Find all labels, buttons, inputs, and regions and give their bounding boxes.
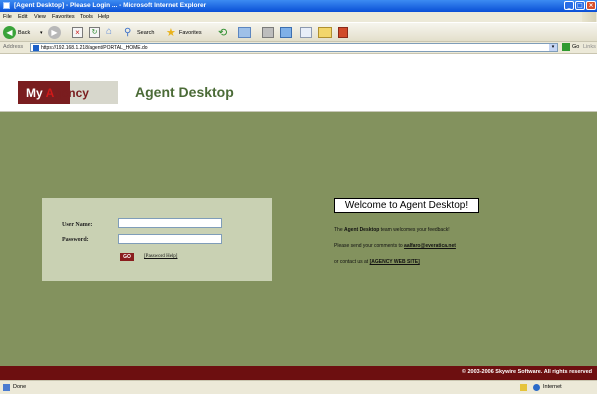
- feedback-email-link[interactable]: aalfaro@everatica.net: [404, 243, 456, 249]
- forward-button[interactable]: ▶: [48, 26, 61, 39]
- back-label: Back: [18, 30, 31, 36]
- menu-bar: File Edit View Favorites Tools Help: [0, 12, 597, 22]
- window-title: [Agent Desktop] - Please Login ... - Mic…: [14, 2, 207, 9]
- search-button[interactable]: ⚲ Search: [124, 26, 160, 40]
- username-label: User Name:: [62, 222, 93, 228]
- welcome-line-1-pre: The: [334, 227, 345, 233]
- welcome-line-2: Please send your comments to aalfaro@eve…: [334, 243, 456, 249]
- favorites-button[interactable]: ★ Favorites: [166, 26, 210, 40]
- welcome-line-3: or contact us at [AGENCY WEB SITE]: [334, 259, 420, 265]
- password-label: Password:: [62, 237, 89, 243]
- welcome-line-3-pre: or contact us at: [334, 259, 370, 265]
- star-icon: ★: [166, 27, 176, 39]
- welcome-heading: Welcome to Agent Desktop!: [334, 198, 479, 213]
- back-button[interactable]: ◀ Back: [3, 26, 33, 40]
- print-icon[interactable]: [262, 27, 274, 38]
- edit-icon[interactable]: [280, 27, 292, 38]
- address-dropdown-icon[interactable]: ▾: [549, 44, 557, 51]
- menu-edit[interactable]: Edit: [18, 14, 27, 20]
- internet-zone-icon: [533, 384, 540, 391]
- folder-icon[interactable]: [318, 27, 332, 38]
- window-title-bar[interactable]: [Agent Desktop] - Please Login ... - Mic…: [0, 0, 597, 12]
- password-help-link[interactable]: [Password Help]: [144, 254, 177, 259]
- page-content: My Agency Agent Desktop User Name: Passw…: [0, 54, 597, 380]
- status-bar: Done Internet: [0, 380, 597, 394]
- address-bar: Address https://192.168.1.218/agent/PORT…: [0, 42, 597, 54]
- mail-icon[interactable]: [238, 27, 251, 38]
- login-panel: User Name: Password: GO [Password Help]: [42, 198, 272, 281]
- login-go-button[interactable]: GO: [120, 253, 134, 261]
- menu-favorites[interactable]: Favorites: [52, 14, 75, 20]
- go-button[interactable]: Go: [562, 43, 580, 52]
- zone-label: Internet: [543, 384, 562, 390]
- menu-tools[interactable]: Tools: [80, 14, 93, 20]
- history-icon[interactable]: ⟲: [218, 26, 227, 40]
- welcome-line-1: The Agent Desktop team welcomes your fee…: [334, 227, 450, 233]
- welcome-line-1-bold: Agent Desktop: [344, 227, 380, 233]
- go-label: Go: [572, 44, 580, 50]
- links-label[interactable]: Links: [583, 44, 596, 50]
- page-done-icon: [3, 384, 10, 391]
- back-arrow-icon: ◀: [3, 26, 16, 39]
- menu-file[interactable]: File: [3, 14, 12, 20]
- minimize-button[interactable]: _: [564, 1, 574, 10]
- address-input[interactable]: https://192.168.1.218/agent/PORTAL_HOME.…: [30, 43, 558, 52]
- address-label: Address: [3, 44, 24, 50]
- search-label: Search: [137, 30, 155, 36]
- password-input[interactable]: [118, 234, 222, 244]
- messenger-icon[interactable]: [338, 27, 348, 38]
- ie-app-icon: [3, 2, 10, 9]
- toolbar: ◀ Back ▾ ▶ × ↻ ⌂ ⚲ Search ★ Favorites ⟲: [0, 22, 597, 42]
- search-icon: ⚲: [124, 27, 132, 38]
- address-url: https://192.168.1.218/agent/PORTAL_HOME.…: [41, 45, 148, 51]
- discuss-icon[interactable]: [300, 27, 312, 38]
- page-title: Agent Desktop: [135, 84, 234, 100]
- refresh-button[interactable]: ↻: [89, 27, 100, 38]
- home-button[interactable]: ⌂: [106, 26, 119, 38]
- logo-text-a: A: [45, 86, 55, 100]
- favorites-label: Favorites: [179, 30, 202, 36]
- windows-logo-icon: [582, 12, 596, 22]
- security-lock-icon: [520, 384, 527, 391]
- page-icon: [33, 45, 39, 51]
- logo-text-my: My: [26, 86, 46, 100]
- welcome-line-1-post: team welcomes your feedback!: [379, 227, 450, 233]
- agency-website-link[interactable]: [AGENCY WEB SITE]: [370, 259, 420, 265]
- close-button[interactable]: ×: [586, 1, 596, 10]
- logo-text: My Agency: [26, 86, 89, 100]
- my-agency-logo: My Agency: [18, 81, 118, 104]
- menu-help[interactable]: Help: [98, 14, 109, 20]
- page-header: My Agency Agent Desktop: [0, 54, 597, 111]
- page-footer: © 2003-2006 Skywire Software. All rights…: [0, 366, 597, 380]
- stop-button[interactable]: ×: [72, 27, 83, 38]
- go-arrow-icon: [562, 43, 570, 51]
- copyright-text: © 2003-2006 Skywire Software. All rights…: [461, 369, 592, 375]
- status-text: Done: [13, 384, 27, 390]
- menu-view[interactable]: View: [34, 14, 46, 20]
- logo-text-gency: gency: [54, 86, 89, 100]
- welcome-line-2-pre: Please send your comments to: [334, 243, 405, 249]
- maximize-button[interactable]: □: [575, 1, 585, 10]
- username-input[interactable]: [118, 218, 222, 228]
